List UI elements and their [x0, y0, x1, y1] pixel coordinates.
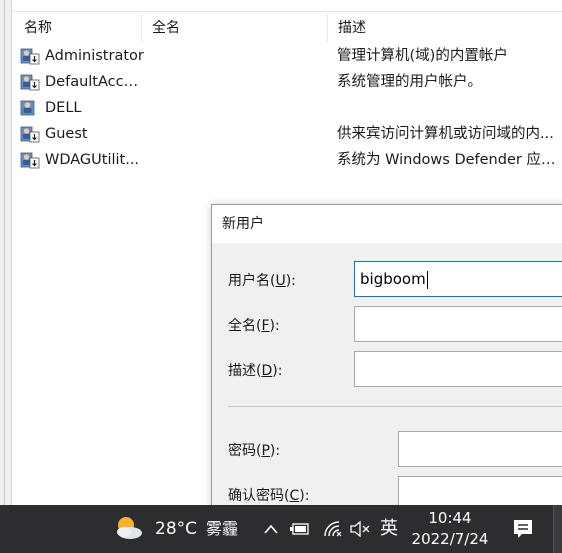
- window-top-strip: [12, 0, 562, 12]
- volume-muted-icon[interactable]: [348, 505, 372, 553]
- password-input[interactable]: [398, 431, 562, 467]
- new-user-dialog: 新用户 用户名(U): bigboom 全名(F): 描述(D): 密码(P):…: [211, 204, 562, 514]
- taskbar: 28°C 雾霾 英 10:44 2022/7/24: [0, 505, 562, 553]
- clock-date: 2022/7/24: [411, 530, 489, 548]
- battery-icon[interactable]: [290, 505, 312, 553]
- weather-description[interactable]: 雾霾: [206, 505, 238, 553]
- description-input[interactable]: [354, 351, 562, 387]
- weather-widget[interactable]: [114, 505, 146, 553]
- user-row-dell[interactable]: DELL: [14, 95, 562, 121]
- column-header-name[interactable]: 名称: [14, 14, 142, 42]
- user-name: WDAGUtilit...: [45, 152, 140, 168]
- column-header-fullname[interactable]: 全名: [142, 14, 328, 42]
- user-description: 系统为 Windows Defender 应用...: [337, 152, 562, 168]
- user-description: 管理计算机(域)的内置帐户: [337, 48, 508, 64]
- user-icon: [20, 152, 40, 169]
- dialog-separator: [228, 406, 562, 407]
- user-row-defaultaccount[interactable]: DefaultAcco... 系统管理的用户帐户。: [14, 69, 562, 95]
- user-row-administrator[interactable]: Administrator 管理计算机(域)的内置帐户: [14, 43, 562, 69]
- weather-cloud-sun-icon: [117, 517, 142, 539]
- user-name: Administrator: [45, 48, 144, 64]
- user-icon: [20, 48, 40, 65]
- user-row-guest[interactable]: Guest 供来宾访问计算机或访问域的内...: [14, 121, 562, 147]
- user-name: DELL: [45, 100, 82, 116]
- show-desktop-button[interactable]: [553, 505, 562, 553]
- window-left-edge: [0, 0, 12, 505]
- user-row-wdagutility[interactable]: WDAGUtilit... 系统为 Windows Defender 应用...: [14, 147, 562, 173]
- username-input[interactable]: bigboom: [354, 261, 562, 297]
- user-description: 供来宾访问计算机或访问域的内...: [337, 126, 554, 142]
- confirm-password-label: 确认密码(C):: [228, 488, 310, 504]
- chevron-up-icon[interactable]: [262, 505, 280, 553]
- user-name: Guest: [45, 126, 88, 142]
- column-header-description[interactable]: 描述: [328, 14, 562, 42]
- clock-time: 10:44: [428, 509, 472, 527]
- user-icon: [20, 100, 35, 116]
- divider: [4, 0, 5, 505]
- text-caret: [426, 270, 428, 289]
- weather-temperature[interactable]: 28°C: [155, 505, 197, 553]
- fullname-label: 全名(F):: [228, 318, 280, 334]
- user-icon: [20, 126, 40, 143]
- fullname-input[interactable]: [354, 306, 562, 342]
- user-name: DefaultAcco...: [45, 74, 145, 90]
- dialog-title: 新用户: [222, 216, 264, 232]
- list-header: 名称 全名 描述: [14, 14, 562, 42]
- notification-icon[interactable]: [512, 505, 534, 553]
- network-icon[interactable]: [322, 505, 344, 553]
- password-label: 密码(P):: [228, 443, 281, 459]
- ime-indicator[interactable]: 英: [380, 505, 398, 553]
- description-label: 描述(D):: [228, 363, 283, 379]
- dialog-titlebar[interactable]: 新用户: [212, 205, 562, 243]
- user-icon: [20, 74, 40, 91]
- user-description: 系统管理的用户帐户。: [337, 74, 482, 90]
- username-label: 用户名(U):: [228, 273, 296, 289]
- clock[interactable]: 10:44 2022/7/24: [400, 508, 500, 550]
